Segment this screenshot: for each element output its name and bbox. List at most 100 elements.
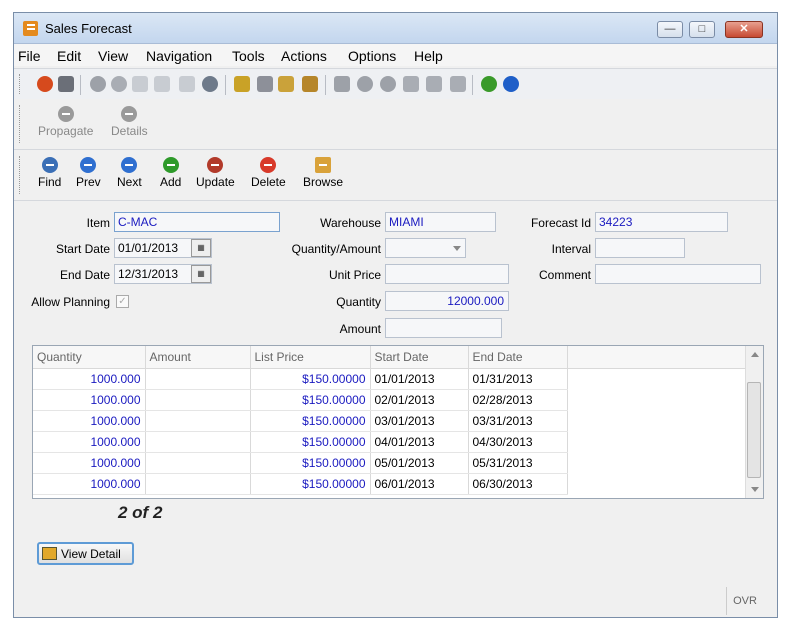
comment-field[interactable] [595, 264, 761, 284]
add-button[interactable]: Add [160, 154, 181, 189]
attachment-icon[interactable] [257, 76, 273, 92]
scrollbar-thumb[interactable] [747, 382, 761, 478]
details-button[interactable]: Details [111, 103, 148, 138]
column-header-start-date[interactable]: Start Date [370, 346, 469, 369]
calendar-icon[interactable] [302, 76, 318, 92]
menu-options[interactable]: Options [348, 48, 396, 64]
cell-amount[interactable] [145, 410, 251, 432]
notes-icon[interactable] [234, 76, 250, 92]
menu-file[interactable]: File [18, 48, 41, 64]
interval-field[interactable] [595, 238, 685, 258]
quantity-amount-select[interactable] [385, 238, 466, 258]
forecast-id-field[interactable]: 34223 [595, 212, 728, 232]
close-button[interactable]: ✕ [725, 21, 763, 38]
cell-start-date[interactable]: 04/01/2013 [370, 431, 469, 453]
cell-list-price[interactable]: $150.00000 [250, 452, 371, 474]
up-icon[interactable] [380, 76, 396, 92]
cell-start-date[interactable]: 03/01/2013 [370, 410, 469, 432]
cell-amount[interactable] [145, 389, 251, 411]
warehouse-field[interactable]: MIAMI [385, 212, 496, 232]
first-record-icon[interactable] [334, 76, 350, 92]
cell-start-date[interactable]: 05/01/2013 [370, 452, 469, 474]
prev-button[interactable]: Prev [76, 154, 101, 189]
unit-price-field[interactable] [385, 264, 509, 284]
menu-tools[interactable]: Tools [232, 48, 265, 64]
quantity-field[interactable]: 12000.000 [385, 291, 509, 311]
export-icon[interactable] [403, 76, 419, 92]
select-all-icon[interactable] [179, 76, 195, 92]
cell-list-price[interactable]: $150.00000 [250, 431, 371, 453]
cell-end-date[interactable]: 02/28/2013 [468, 389, 568, 411]
column-header-amount[interactable]: Amount [145, 346, 251, 369]
item-field[interactable]: C-MAC [114, 212, 280, 232]
cell-start-date[interactable]: 01/01/2013 [370, 368, 469, 390]
vertical-scrollbar[interactable] [745, 346, 763, 498]
allow-planning-checkbox[interactable]: ✓ [116, 295, 129, 308]
cell-quantity[interactable]: 1000.000 [33, 368, 146, 390]
cell-end-date[interactable]: 01/31/2013 [468, 368, 568, 390]
calendar-icon[interactable]: ▦ [191, 265, 211, 283]
table-row[interactable]: 1000.000 $150.00000 03/01/2013 03/31/201… [33, 410, 745, 432]
import-icon[interactable] [426, 76, 442, 92]
cell-quantity[interactable]: 1000.000 [33, 389, 146, 411]
table-row[interactable]: 1000.000 $150.00000 05/01/2013 05/31/201… [33, 452, 745, 474]
minimize-button[interactable]: — [657, 21, 683, 38]
table-row[interactable]: 1000.000 $150.00000 06/01/2013 06/30/201… [33, 473, 745, 495]
cell-end-date[interactable]: 04/30/2013 [468, 431, 568, 453]
cell-list-price[interactable]: $150.00000 [250, 389, 371, 411]
cell-list-price[interactable]: $150.00000 [250, 410, 371, 432]
browse-button[interactable]: Browse [303, 154, 343, 189]
cell-quantity[interactable]: 1000.000 [33, 431, 146, 453]
cell-amount[interactable] [145, 368, 251, 390]
cell-end-date[interactable]: 05/31/2013 [468, 452, 568, 474]
cell-quantity[interactable]: 1000.000 [33, 473, 146, 495]
cell-end-date[interactable]: 06/30/2013 [468, 473, 568, 495]
edit-doc-icon[interactable] [278, 76, 294, 92]
column-header-list-price[interactable]: List Price [250, 346, 371, 369]
cell-amount[interactable] [145, 452, 251, 474]
cell-end-date[interactable]: 03/31/2013 [468, 410, 568, 432]
cell-amount[interactable] [145, 431, 251, 453]
table-row[interactable]: 1000.000 $150.00000 01/01/2013 01/31/201… [33, 368, 745, 390]
help-icon[interactable] [503, 76, 519, 92]
menu-actions[interactable]: Actions [281, 48, 327, 64]
cancel-icon[interactable] [111, 76, 127, 92]
end-date-field[interactable]: 12/31/2013 ▦ [114, 264, 212, 284]
calendar-icon[interactable]: ▦ [191, 239, 211, 257]
start-date-field[interactable]: 01/01/2013 ▦ [114, 238, 212, 258]
power-icon[interactable] [37, 76, 53, 92]
delete-button[interactable]: Delete [251, 154, 286, 189]
cell-list-price[interactable]: $150.00000 [250, 368, 371, 390]
table-row[interactable]: 1000.000 $150.00000 02/01/2013 02/28/201… [33, 389, 745, 411]
down-icon[interactable] [357, 76, 373, 92]
menu-view[interactable]: View [98, 48, 128, 64]
view-detail-button[interactable]: View Detail [37, 542, 134, 565]
cell-quantity[interactable]: 1000.000 [33, 452, 146, 474]
copy-icon[interactable] [132, 76, 148, 92]
print-icon[interactable] [58, 76, 74, 92]
chart-bars-icon[interactable] [450, 76, 466, 92]
propagate-button[interactable]: Propagate [38, 103, 93, 138]
trend-icon[interactable] [481, 76, 497, 92]
menu-navigation[interactable]: Navigation [146, 48, 212, 64]
scroll-up-icon[interactable] [751, 352, 759, 357]
cell-list-price[interactable]: $150.00000 [250, 473, 371, 495]
cell-start-date[interactable]: 02/01/2013 [370, 389, 469, 411]
maximize-button[interactable]: □ [689, 21, 715, 38]
check-icon[interactable] [90, 76, 106, 92]
paste-icon[interactable] [154, 76, 170, 92]
update-button[interactable]: Update [196, 154, 235, 189]
zoom-icon[interactable] [202, 76, 218, 92]
table-row[interactable]: 1000.000 $150.00000 04/01/2013 04/30/201… [33, 431, 745, 453]
column-header-end-date[interactable]: End Date [468, 346, 568, 369]
menu-edit[interactable]: Edit [57, 48, 81, 64]
cell-quantity[interactable]: 1000.000 [33, 410, 146, 432]
next-button[interactable]: Next [117, 154, 142, 189]
menu-help[interactable]: Help [414, 48, 443, 64]
cell-amount[interactable] [145, 473, 251, 495]
column-header-quantity[interactable]: Quantity [33, 346, 146, 369]
amount-field[interactable] [385, 318, 502, 338]
scroll-down-icon[interactable] [751, 487, 759, 492]
find-button[interactable]: Find [38, 154, 61, 189]
cell-start-date[interactable]: 06/01/2013 [370, 473, 469, 495]
